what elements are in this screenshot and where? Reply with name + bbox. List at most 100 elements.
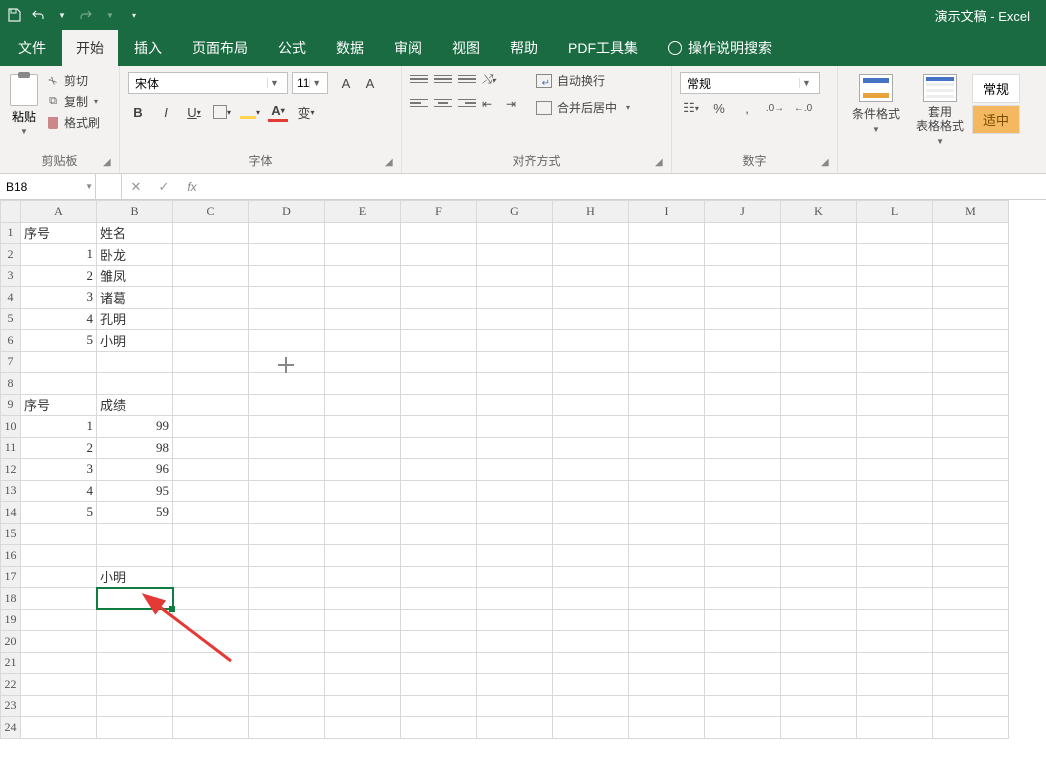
cell-D19[interactable] [249, 609, 325, 631]
cell-K13[interactable] [781, 480, 857, 502]
cell-G7[interactable] [477, 351, 553, 373]
cell-A12[interactable]: 3 [21, 459, 97, 481]
cell-L10[interactable] [857, 416, 933, 438]
column-header-A[interactable]: A [21, 201, 97, 223]
cell-J23[interactable] [705, 695, 781, 717]
increase-font-icon[interactable]: A [336, 73, 356, 93]
cell-K18[interactable] [781, 588, 857, 610]
row-header-17[interactable]: 17 [1, 566, 21, 588]
undo-icon[interactable] [30, 7, 46, 23]
cell-L12[interactable] [857, 459, 933, 481]
decrease-decimal-button[interactable]: ←.0 [794, 100, 812, 116]
alignment-launcher-icon[interactable]: ◢ [655, 157, 667, 169]
cell-E4[interactable] [325, 287, 401, 309]
cell-E24[interactable] [325, 717, 401, 739]
cell-H5[interactable] [553, 308, 629, 330]
cell-I15[interactable] [629, 523, 705, 545]
align-top-button[interactable] [410, 72, 428, 86]
cell-H20[interactable] [553, 631, 629, 653]
cell-L5[interactable] [857, 308, 933, 330]
row-header-12[interactable]: 12 [1, 459, 21, 481]
style-normal[interactable]: 常规 [972, 74, 1020, 103]
cell-H18[interactable] [553, 588, 629, 610]
paste-button[interactable]: 粘贴 ▼ [6, 70, 42, 136]
cell-B12[interactable]: 96 [97, 459, 173, 481]
row-header-20[interactable]: 20 [1, 631, 21, 653]
cell-J20[interactable] [705, 631, 781, 653]
percent-button[interactable]: % [710, 100, 728, 116]
cell-E13[interactable] [325, 480, 401, 502]
merge-center-button[interactable]: 合并后居中▾ [536, 99, 630, 116]
cell-L18[interactable] [857, 588, 933, 610]
cell-H10[interactable] [553, 416, 629, 438]
redo-icon[interactable] [78, 7, 94, 23]
cell-C9[interactable] [173, 394, 249, 416]
cell-B24[interactable] [97, 717, 173, 739]
cell-K9[interactable] [781, 394, 857, 416]
cell-K5[interactable] [781, 308, 857, 330]
font-size-select[interactable]: 11▼ [292, 72, 328, 94]
cell-E20[interactable] [325, 631, 401, 653]
cell-I8[interactable] [629, 373, 705, 395]
column-header-F[interactable]: F [401, 201, 477, 223]
row-header-10[interactable]: 10 [1, 416, 21, 438]
row-header-13[interactable]: 13 [1, 480, 21, 502]
cell-H16[interactable] [553, 545, 629, 567]
cell-B9[interactable]: 成绩 [97, 394, 173, 416]
cell-K2[interactable] [781, 244, 857, 266]
cell-K14[interactable] [781, 502, 857, 524]
cell-G16[interactable] [477, 545, 553, 567]
cell-M1[interactable] [933, 222, 1009, 244]
cell-H3[interactable] [553, 265, 629, 287]
cell-K24[interactable] [781, 717, 857, 739]
cell-A18[interactable] [21, 588, 97, 610]
cell-J12[interactable] [705, 459, 781, 481]
cell-M21[interactable] [933, 652, 1009, 674]
row-header-16[interactable]: 16 [1, 545, 21, 567]
cell-G14[interactable] [477, 502, 553, 524]
cell-J4[interactable] [705, 287, 781, 309]
cell-F23[interactable] [401, 695, 477, 717]
column-header-E[interactable]: E [325, 201, 401, 223]
cell-D14[interactable] [249, 502, 325, 524]
font-color-button[interactable]: A▾ [268, 102, 288, 122]
cell-D12[interactable] [249, 459, 325, 481]
cell-I18[interactable] [629, 588, 705, 610]
decrease-indent-button[interactable]: ⇤ [482, 96, 500, 112]
increase-decimal-button[interactable]: .0→ [766, 100, 784, 116]
cell-J1[interactable] [705, 222, 781, 244]
cell-M11[interactable] [933, 437, 1009, 459]
column-header-K[interactable]: K [781, 201, 857, 223]
cell-C5[interactable] [173, 308, 249, 330]
cell-F1[interactable] [401, 222, 477, 244]
column-header-I[interactable]: I [629, 201, 705, 223]
cell-J14[interactable] [705, 502, 781, 524]
cell-A5[interactable]: 4 [21, 308, 97, 330]
cell-M22[interactable] [933, 674, 1009, 696]
cell-L9[interactable] [857, 394, 933, 416]
cell-L15[interactable] [857, 523, 933, 545]
cell-D10[interactable] [249, 416, 325, 438]
cell-C23[interactable] [173, 695, 249, 717]
cell-B19[interactable] [97, 609, 173, 631]
border-button[interactable]: ▾ [212, 102, 232, 122]
align-left-button[interactable] [410, 96, 428, 110]
cell-A3[interactable]: 2 [21, 265, 97, 287]
cell-D17[interactable] [249, 566, 325, 588]
cell-B10[interactable]: 99 [97, 416, 173, 438]
cell-E5[interactable] [325, 308, 401, 330]
cell-I13[interactable] [629, 480, 705, 502]
cell-C7[interactable] [173, 351, 249, 373]
cell-E11[interactable] [325, 437, 401, 459]
cell-A1[interactable]: 序号 [21, 222, 97, 244]
cell-J8[interactable] [705, 373, 781, 395]
cell-C2[interactable] [173, 244, 249, 266]
cell-A9[interactable]: 序号 [21, 394, 97, 416]
row-header-24[interactable]: 24 [1, 717, 21, 739]
cell-L7[interactable] [857, 351, 933, 373]
cell-I24[interactable] [629, 717, 705, 739]
cell-C15[interactable] [173, 523, 249, 545]
cell-B23[interactable] [97, 695, 173, 717]
cell-D11[interactable] [249, 437, 325, 459]
cell-J6[interactable] [705, 330, 781, 352]
